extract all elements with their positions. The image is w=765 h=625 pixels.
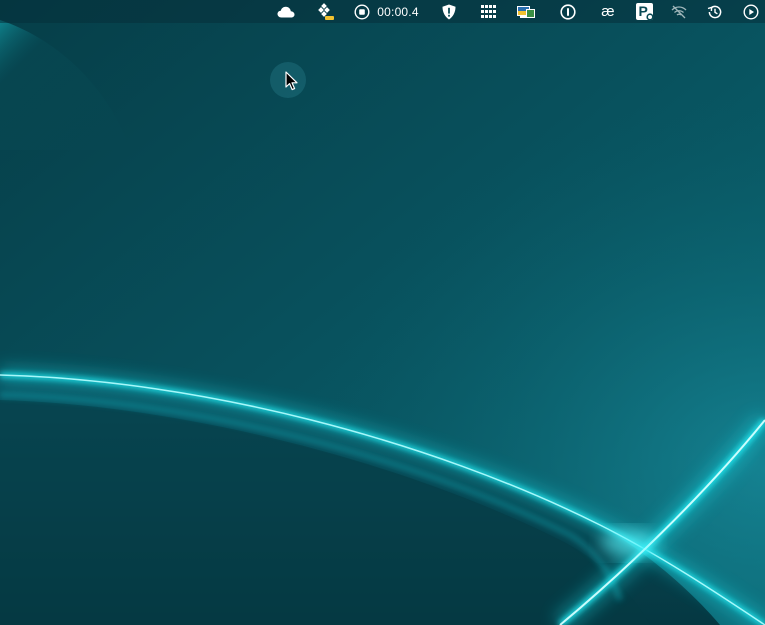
desktop: 00:00.4 æ P <box>0 0 765 625</box>
grid-apps-icon[interactable] <box>478 0 498 23</box>
password-manager-icon[interactable] <box>558 0 578 23</box>
recording-timer: 00:00.4 <box>375 0 421 23</box>
cloud-icon[interactable] <box>274 0 298 23</box>
play-circle-icon[interactable] <box>741 0 761 23</box>
wifi-off-icon[interactable] <box>669 0 689 23</box>
time-machine-icon[interactable] <box>705 0 725 23</box>
p-badge-icon[interactable]: P <box>633 0 655 23</box>
ae-text-expander-icon[interactable]: æ <box>597 0 619 23</box>
recording-timer-text: 00:00.4 <box>377 4 419 19</box>
ae-glyph: æ <box>601 3 615 20</box>
wallpaper <box>0 0 765 625</box>
display-flag-icon[interactable] <box>515 0 537 23</box>
app-status-icon[interactable] <box>315 0 337 23</box>
shield-alert-icon[interactable] <box>439 0 459 23</box>
menu-bar: 00:00.4 æ P <box>0 0 765 23</box>
screen-record-stop-icon[interactable] <box>352 0 372 23</box>
arrow-pointer-icon <box>285 71 298 91</box>
